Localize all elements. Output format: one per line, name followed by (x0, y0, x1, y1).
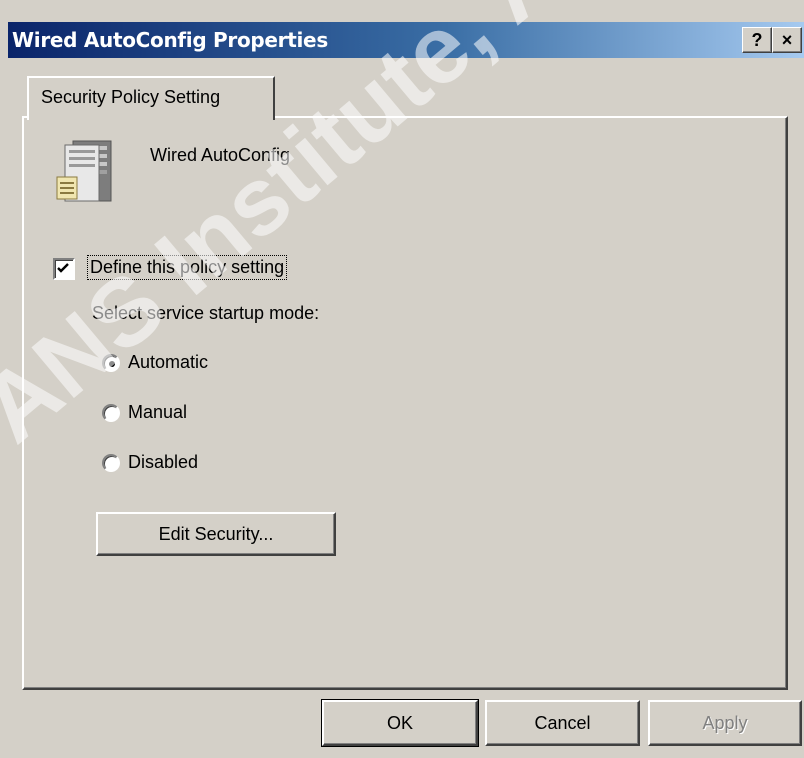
properties-dialog: Wired AutoConfig Properties ? × Security… (0, 0, 804, 758)
startup-mode-label: Select service startup mode: (92, 303, 320, 323)
edit-security-button[interactable]: Edit Security... (96, 512, 336, 556)
define-policy-label[interactable]: Define this policy setting (86, 255, 288, 280)
radio-disabled[interactable] (102, 454, 120, 472)
window-title: Wired AutoConfig Properties (12, 28, 328, 52)
apply-button: Apply (648, 700, 802, 746)
radio-manual-label[interactable]: Manual (128, 402, 187, 423)
radio-automatic-label[interactable]: Automatic (128, 352, 208, 373)
title-bar[interactable]: Wired AutoConfig Properties ? × (8, 22, 804, 58)
define-policy-checkbox[interactable] (53, 258, 75, 280)
tab-security-policy-setting[interactable]: Security Policy Setting (27, 76, 275, 120)
radio-selected-dot (109, 361, 115, 367)
check-mark-icon (57, 263, 69, 273)
ok-button[interactable]: OK (321, 699, 479, 747)
close-button[interactable]: × (772, 27, 802, 53)
cancel-button[interactable]: Cancel (485, 700, 640, 746)
help-button[interactable]: ? (742, 27, 772, 53)
service-name: Wired AutoConfig (150, 145, 291, 165)
radio-automatic[interactable] (102, 354, 120, 372)
tab-label: Security Policy Setting (41, 87, 221, 107)
radio-disabled-label[interactable]: Disabled (128, 452, 198, 473)
server-icon (56, 140, 112, 202)
radio-manual[interactable] (102, 404, 120, 422)
